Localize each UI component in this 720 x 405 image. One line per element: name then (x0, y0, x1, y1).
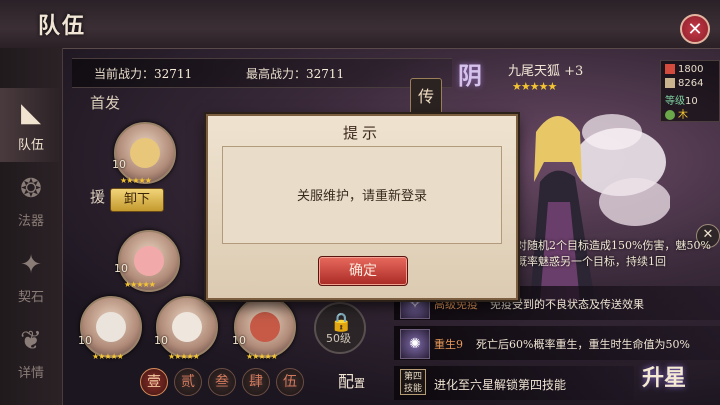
confirm-button[interactable]: 确定 (318, 256, 408, 286)
notice-dialog: 提示 关服维护，请重新登录 确定 (206, 114, 518, 300)
dialog-title: 提示 (342, 124, 381, 142)
dialog-message: 关服维护，请重新登录 (296, 189, 427, 204)
dialog-body: 关服维护，请重新登录 (222, 146, 502, 244)
modal-overlay: 提示 关服维护，请重新登录 确定 (0, 0, 720, 405)
